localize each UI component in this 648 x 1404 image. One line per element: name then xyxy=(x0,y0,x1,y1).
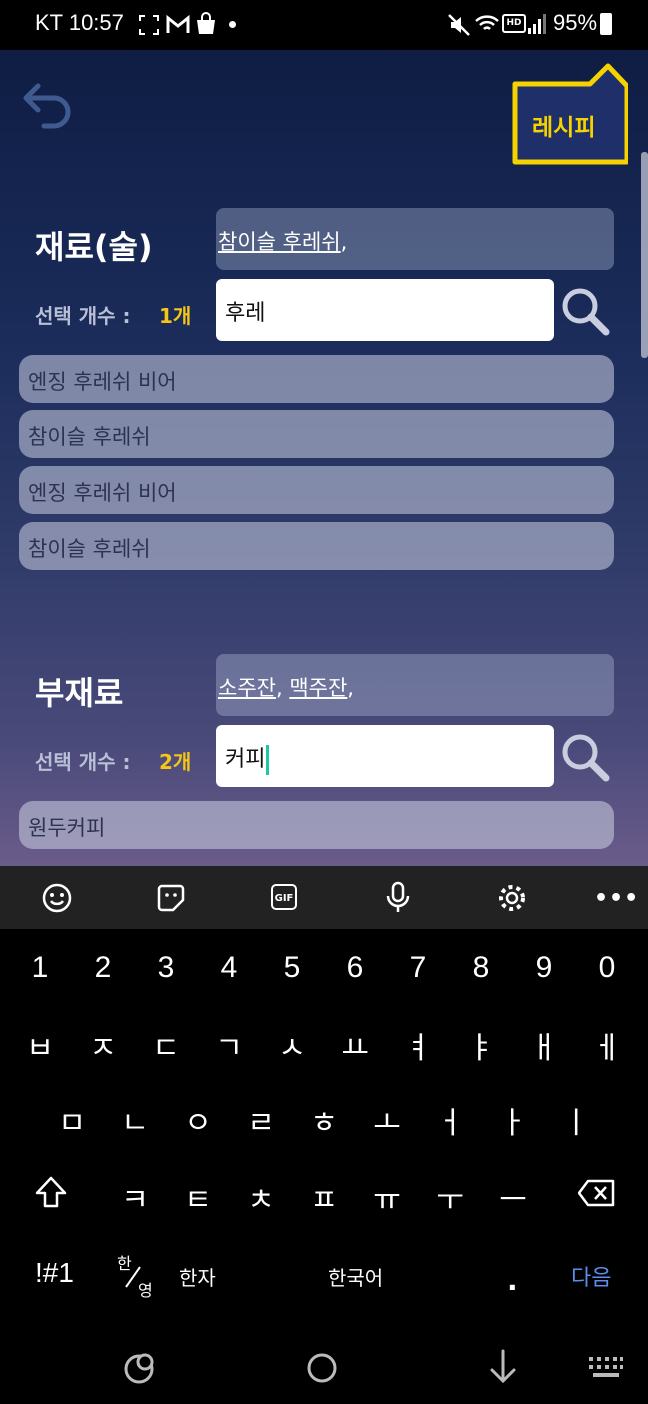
recipe-button[interactable]: 레시피 xyxy=(512,62,630,166)
space-key[interactable]: 한국어 xyxy=(328,1262,383,1291)
key[interactable]: 1 xyxy=(10,951,70,985)
key[interactable]: ㅓ xyxy=(420,1098,480,1142)
key[interactable]: ㄹ xyxy=(231,1098,291,1142)
language-toggle-key[interactable]: 한 영 xyxy=(108,1247,158,1307)
key[interactable]: ㅛ xyxy=(325,1023,385,1067)
key[interactable]: ㅗ xyxy=(357,1098,417,1142)
sub-ingredients-count-value: 2개 xyxy=(159,750,192,774)
status-bar: KT 10:57 HD 95% xyxy=(0,0,648,50)
text-cursor xyxy=(266,745,270,775)
sub-ingredients-selected-box[interactable]: 소주잔, 맥주잔, xyxy=(216,654,614,716)
shift-icon[interactable] xyxy=(33,1175,69,1211)
key[interactable]: ㅔ xyxy=(577,1023,637,1067)
battery-text: 95% xyxy=(553,10,598,35)
backspace-icon[interactable] xyxy=(578,1179,616,1207)
hd-icon: HD xyxy=(502,14,526,33)
selected-chip[interactable]: 참이슬 후레쉬 xyxy=(218,230,341,254)
mute-icon xyxy=(448,14,470,36)
key[interactable]: 7 xyxy=(388,951,448,985)
dot-icon xyxy=(229,21,236,28)
symbols-key[interactable]: !#1 xyxy=(35,1257,74,1289)
sub-ingredients-search-input[interactable]: 커피 xyxy=(216,725,554,787)
key[interactable]: 2 xyxy=(73,951,133,985)
key[interactable]: ㅋ xyxy=(105,1175,165,1219)
key[interactable]: ㅇ xyxy=(168,1098,228,1142)
key[interactable]: 3 xyxy=(136,951,196,985)
key[interactable]: 6 xyxy=(325,951,385,985)
ingredients-search-value: 후레 xyxy=(225,301,266,326)
ingredients-selected-box[interactable]: 참이슬 후레쉬, xyxy=(216,208,614,270)
app-screen: 레시피 재료(술) 참이슬 후레쉬, 선택 개수 : 1개 후레 엔징 후레쉬 … xyxy=(0,50,648,866)
more-icon[interactable]: ••• xyxy=(594,886,639,911)
recipe-label: 레시피 xyxy=(532,115,596,141)
key[interactable]: 9 xyxy=(514,951,574,985)
key[interactable]: ㅈ xyxy=(73,1023,133,1067)
keyboard-icon[interactable] xyxy=(588,1356,624,1380)
key[interactable]: ㅕ xyxy=(388,1023,448,1067)
ingredients-title: 재료(술) xyxy=(35,228,153,266)
sticker-icon[interactable] xyxy=(156,883,186,913)
scrollbar[interactable] xyxy=(641,152,648,358)
key[interactable]: ㅡ xyxy=(483,1175,543,1219)
selected-chip[interactable]: 소주잔 xyxy=(218,676,276,700)
next-key[interactable]: 다음 xyxy=(571,1260,611,1292)
battery-icon xyxy=(600,13,612,35)
screenshot-icon xyxy=(139,15,159,35)
gmail-icon xyxy=(166,15,190,33)
back-arrow-icon[interactable] xyxy=(18,78,74,130)
sub-ingredients-search-value: 커피 xyxy=(225,747,266,772)
navigation-bar xyxy=(0,1334,648,1404)
key[interactable]: ㄴ xyxy=(105,1098,165,1142)
key[interactable]: ㄱ xyxy=(199,1023,259,1067)
key[interactable]: ㅠ xyxy=(357,1175,417,1219)
key[interactable]: ㅂ xyxy=(10,1023,70,1067)
key[interactable]: 5 xyxy=(262,951,322,985)
mic-icon[interactable] xyxy=(385,881,411,915)
sub-ingredients-title: 부재료 xyxy=(35,674,124,712)
gear-icon[interactable] xyxy=(496,882,528,914)
status-time: KT 10:57 xyxy=(35,10,124,35)
selected-chip[interactable]: 맥주잔 xyxy=(289,676,347,700)
period-key[interactable]: . xyxy=(507,1264,518,1297)
hanja-key[interactable]: 한자 xyxy=(179,1262,216,1291)
key[interactable]: ㅎ xyxy=(294,1098,354,1142)
keyboard-toolbar: GIF ••• xyxy=(0,866,648,929)
result-item[interactable]: 참이슬 후레쉬 xyxy=(19,410,614,458)
lang-bottom-label: 영 xyxy=(138,1281,153,1300)
result-item[interactable]: 참이슬 후레쉬 xyxy=(19,522,614,570)
key[interactable]: ㅊ xyxy=(231,1175,291,1219)
key[interactable]: ㅏ xyxy=(483,1098,543,1142)
ingredients-count-value: 1개 xyxy=(159,304,192,328)
key[interactable]: 0 xyxy=(577,951,637,985)
search-icon[interactable] xyxy=(560,732,612,784)
sub-ingredients-count-label: 선택 개수 : xyxy=(35,750,131,774)
result-item[interactable]: 엔징 후레쉬 비어 xyxy=(19,466,614,514)
wifi-icon xyxy=(475,15,499,30)
key[interactable]: ㅣ xyxy=(546,1098,606,1142)
shopping-bag-icon xyxy=(197,12,215,34)
key[interactable]: ㄷ xyxy=(136,1023,196,1067)
home-icon[interactable] xyxy=(305,1351,339,1385)
assistant-icon[interactable] xyxy=(123,1351,157,1385)
ingredients-search-input[interactable]: 후레 xyxy=(216,279,554,341)
signal-icon xyxy=(528,14,546,34)
key[interactable]: ㅍ xyxy=(294,1175,354,1219)
emoji-icon[interactable] xyxy=(42,883,72,913)
key[interactable]: ㅐ xyxy=(514,1023,574,1067)
key[interactable]: 4 xyxy=(199,951,259,985)
key[interactable]: ㅌ xyxy=(168,1175,228,1219)
key[interactable]: ㅜ xyxy=(420,1175,480,1219)
ingredients-count-label: 선택 개수 : xyxy=(35,304,131,328)
chevron-down-icon[interactable] xyxy=(488,1349,518,1385)
key[interactable]: ㅁ xyxy=(42,1098,102,1142)
key[interactable]: 8 xyxy=(451,951,511,985)
gif-icon[interactable]: GIF xyxy=(271,884,297,910)
result-item[interactable]: 원두커피 xyxy=(19,801,614,849)
keyboard: 1 2 3 4 5 6 7 8 9 0 ㅂ ㅈ ㄷ ㄱ ㅅ ㅛ ㅕ ㅑ ㅐ ㅔ … xyxy=(0,929,648,1334)
key[interactable]: ㅅ xyxy=(262,1023,322,1067)
search-icon[interactable] xyxy=(560,286,612,338)
key[interactable]: ㅑ xyxy=(451,1023,511,1067)
result-item[interactable]: 엔징 후레쉬 비어 xyxy=(19,355,614,403)
